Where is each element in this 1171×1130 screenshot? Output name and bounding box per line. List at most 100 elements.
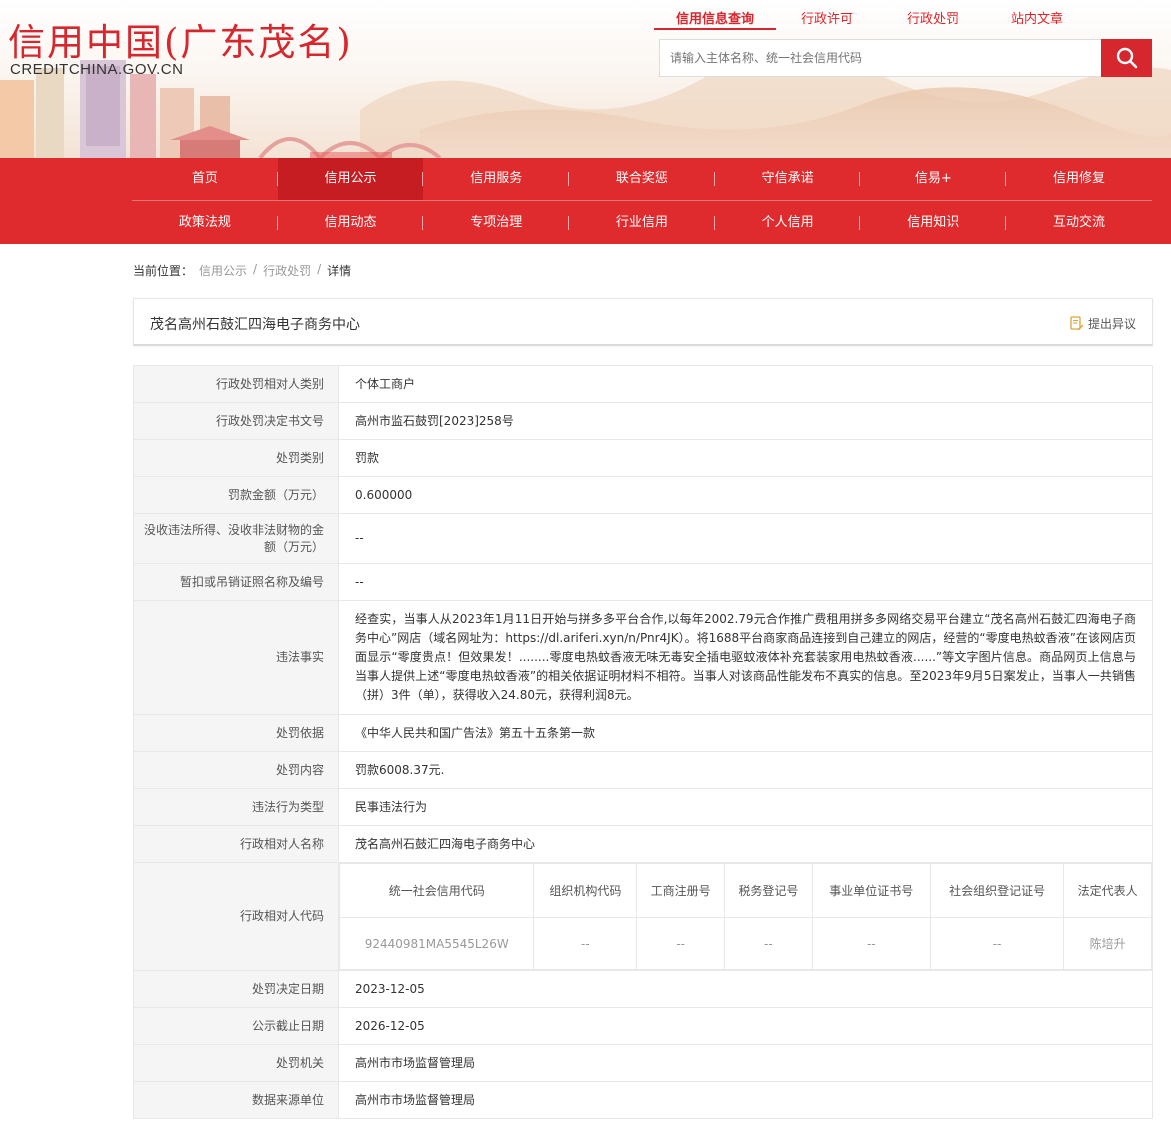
breadcrumb-prefix: 当前位置： bbox=[133, 264, 194, 278]
field-label: 暂扣或吊销证照名称及编号 bbox=[133, 563, 339, 601]
objection-button[interactable]: 提出异议 bbox=[1070, 315, 1136, 332]
field-label: 行政相对人代码 bbox=[133, 862, 339, 971]
tab-admin-license[interactable]: 行政许可 bbox=[776, 4, 878, 30]
field-value: 罚款 bbox=[338, 439, 1153, 477]
detail-row: 数据来源单位 高州市市场监督管理局 bbox=[133, 1081, 1153, 1119]
nav-item-credit-news[interactable]: 信用动态 bbox=[278, 202, 424, 244]
nav-item-credit-repair[interactable]: 信用修复 bbox=[1006, 158, 1152, 200]
tab-admin-penalty[interactable]: 行政处罚 bbox=[878, 4, 988, 30]
field-value: 个体工商户 bbox=[338, 365, 1153, 403]
nav-item-interaction[interactable]: 互动交流 bbox=[1006, 202, 1152, 244]
table-cell: -- bbox=[929, 917, 1065, 970]
main-navigation: 首页 信用公示 信用服务 联合奖惩 守信承诺 信易+ 信用修复 政策法规 信用动… bbox=[0, 158, 1171, 244]
nav-item-home[interactable]: 首页 bbox=[132, 158, 278, 200]
nav-item-personal-credit[interactable]: 个人信用 bbox=[715, 202, 861, 244]
breadcrumb-separator: / bbox=[317, 262, 322, 276]
field-label: 行政处罚决定书文号 bbox=[133, 402, 339, 440]
detail-row: 处罚内容 罚款6008.37元. bbox=[133, 751, 1153, 789]
field-value: 茂名高州石鼓汇四海电子商务中心 bbox=[338, 825, 1153, 863]
search-button[interactable] bbox=[1101, 39, 1152, 77]
field-label: 处罚决定日期 bbox=[133, 970, 339, 1008]
detail-row: 没收违法所得、没收非法财物的金额（万元） -- bbox=[133, 513, 1153, 564]
field-value: -- bbox=[338, 513, 1153, 564]
field-label: 数据来源单位 bbox=[133, 1081, 339, 1119]
table-cell: -- bbox=[533, 917, 638, 970]
field-label: 罚款金额（万元） bbox=[133, 476, 339, 514]
field-label: 行政相对人名称 bbox=[133, 825, 339, 863]
column-header: 统一社会信用代码 bbox=[338, 863, 535, 918]
site-logo-title[interactable]: 信用中国(广东茂名) bbox=[8, 12, 353, 66]
field-value: 0.600000 bbox=[338, 476, 1153, 514]
table-cell: -- bbox=[636, 917, 725, 970]
nav-item-credit-service[interactable]: 信用服务 bbox=[423, 158, 569, 200]
violation-facts-text: 经查实，当事人从2023年1月11日开始与拼多多平台合作,以每年2002.79元… bbox=[338, 600, 1153, 715]
breadcrumb-admin-penalty[interactable]: 行政处罚 bbox=[263, 262, 311, 279]
field-label: 违法事实 bbox=[133, 600, 339, 715]
column-header: 工商注册号 bbox=[636, 863, 725, 918]
nav-item-special-governance[interactable]: 专项治理 bbox=[423, 202, 569, 244]
field-value: 2026-12-05 bbox=[338, 1007, 1153, 1045]
detail-row: 行政相对人名称 茂名高州石鼓汇四海电子商务中心 bbox=[133, 825, 1153, 863]
nav-divider bbox=[132, 200, 1152, 201]
column-header: 税务登记号 bbox=[724, 863, 813, 918]
detail-row: 处罚决定日期 2023-12-05 bbox=[133, 970, 1153, 1008]
site-logo-domain: CREDITCHINA.GOV.CN bbox=[10, 61, 184, 78]
field-value: 罚款6008.37元. bbox=[338, 751, 1153, 789]
tab-credit-query[interactable]: 信用信息查询 bbox=[654, 4, 776, 30]
nav-item-trust-commitment[interactable]: 守信承诺 bbox=[715, 158, 861, 200]
entity-title-bar: 茂名高州石鼓汇四海电子商务中心 提出异议 bbox=[133, 298, 1153, 346]
penalty-detail-table: 行政处罚相对人类别 个体工商户 行政处罚决定书文号 高州市监石鼓罚[2023]2… bbox=[133, 365, 1153, 1119]
field-label: 行政处罚相对人类别 bbox=[133, 365, 339, 403]
field-label: 处罚内容 bbox=[133, 751, 339, 789]
detail-row: 行政相对人代码 统一社会信用代码 组织机构代码 工商注册号 税务登记号 事业单位… bbox=[133, 862, 1153, 971]
field-value: -- bbox=[338, 563, 1153, 601]
search-icon bbox=[1116, 47, 1137, 69]
nav-item-credit-knowledge[interactable]: 信用知识 bbox=[860, 202, 1006, 244]
entity-code-header-row: 统一社会信用代码 组织机构代码 工商注册号 税务登记号 事业单位证书号 社会组织… bbox=[338, 863, 1152, 918]
table-cell: -- bbox=[811, 917, 931, 970]
objection-label: 提出异议 bbox=[1087, 317, 1136, 331]
field-value: 2023-12-05 bbox=[338, 970, 1153, 1008]
entity-code-table: 统一社会信用代码 组织机构代码 工商注册号 税务登记号 事业单位证书号 社会组织… bbox=[338, 863, 1152, 970]
nav-item-xinyi-plus[interactable]: 信易+ bbox=[860, 158, 1006, 200]
field-value: 《中华人民共和国广告法》第五十五条第一款 bbox=[338, 714, 1153, 752]
header-banner: 信用中国(广东茂名) CREDITCHINA.GOV.CN 信用信息查询 行政许… bbox=[0, 0, 1171, 158]
table-cell: 陈培升 bbox=[1063, 917, 1152, 970]
breadcrumb-separator: / bbox=[253, 262, 258, 276]
nav-row-2: 政策法规 信用动态 专项治理 行业信用 个人信用 信用知识 互动交流 bbox=[132, 202, 1152, 244]
field-label: 违法行为类型 bbox=[133, 788, 339, 826]
field-value: 高州市市场监督管理局 bbox=[338, 1044, 1153, 1082]
nav-item-joint-reward-punish[interactable]: 联合奖惩 bbox=[569, 158, 715, 200]
detail-row: 暂扣或吊销证照名称及编号 -- bbox=[133, 563, 1153, 601]
nav-item-industry-credit[interactable]: 行业信用 bbox=[569, 202, 715, 244]
table-cell: 92440981MA5545L26W bbox=[338, 917, 535, 970]
field-label: 处罚类别 bbox=[133, 439, 339, 477]
entity-code-value-row: 92440981MA5545L26W -- -- -- -- -- 陈培升 bbox=[338, 917, 1152, 970]
field-label: 处罚依据 bbox=[133, 714, 339, 752]
column-header: 社会组织登记证号 bbox=[929, 863, 1065, 918]
breadcrumb-credit-publicity[interactable]: 信用公示 bbox=[199, 262, 247, 279]
column-header: 法定代表人 bbox=[1063, 863, 1152, 918]
breadcrumb: 当前位置： 信用公示 / 行政处罚 / 详情 bbox=[133, 262, 351, 279]
nav-row-1: 首页 信用公示 信用服务 联合奖惩 守信承诺 信易+ 信用修复 bbox=[132, 158, 1152, 200]
table-cell: -- bbox=[724, 917, 813, 970]
detail-row: 处罚依据 《中华人民共和国广告法》第五十五条第一款 bbox=[133, 714, 1153, 752]
entity-code-cell: 统一社会信用代码 组织机构代码 工商注册号 税务登记号 事业单位证书号 社会组织… bbox=[338, 862, 1153, 971]
tab-site-articles[interactable]: 站内文章 bbox=[988, 4, 1086, 30]
search-category-tabs: 信用信息查询 行政许可 行政处罚 站内文章 bbox=[654, 4, 1086, 30]
detail-row: 违法行为类型 民事违法行为 bbox=[133, 788, 1153, 826]
detail-row: 罚款金额（万元） 0.600000 bbox=[133, 476, 1153, 514]
column-header: 组织机构代码 bbox=[533, 863, 638, 918]
detail-row: 处罚类别 罚款 bbox=[133, 439, 1153, 477]
entity-name-title: 茂名高州石鼓汇四海电子商务中心 bbox=[150, 317, 360, 333]
field-value: 高州市监石鼓罚[2023]258号 bbox=[338, 402, 1153, 440]
nav-item-policy-regulation[interactable]: 政策法规 bbox=[132, 202, 278, 244]
edit-document-icon bbox=[1070, 316, 1084, 331]
breadcrumb-current: 详情 bbox=[327, 264, 352, 278]
field-value: 高州市市场监督管理局 bbox=[338, 1081, 1153, 1119]
search-bar bbox=[659, 39, 1152, 77]
column-header: 事业单位证书号 bbox=[811, 863, 931, 918]
nav-item-credit-publicity[interactable]: 信用公示 bbox=[277, 158, 424, 200]
field-value: 民事违法行为 bbox=[338, 788, 1153, 826]
search-input[interactable] bbox=[659, 39, 1101, 77]
